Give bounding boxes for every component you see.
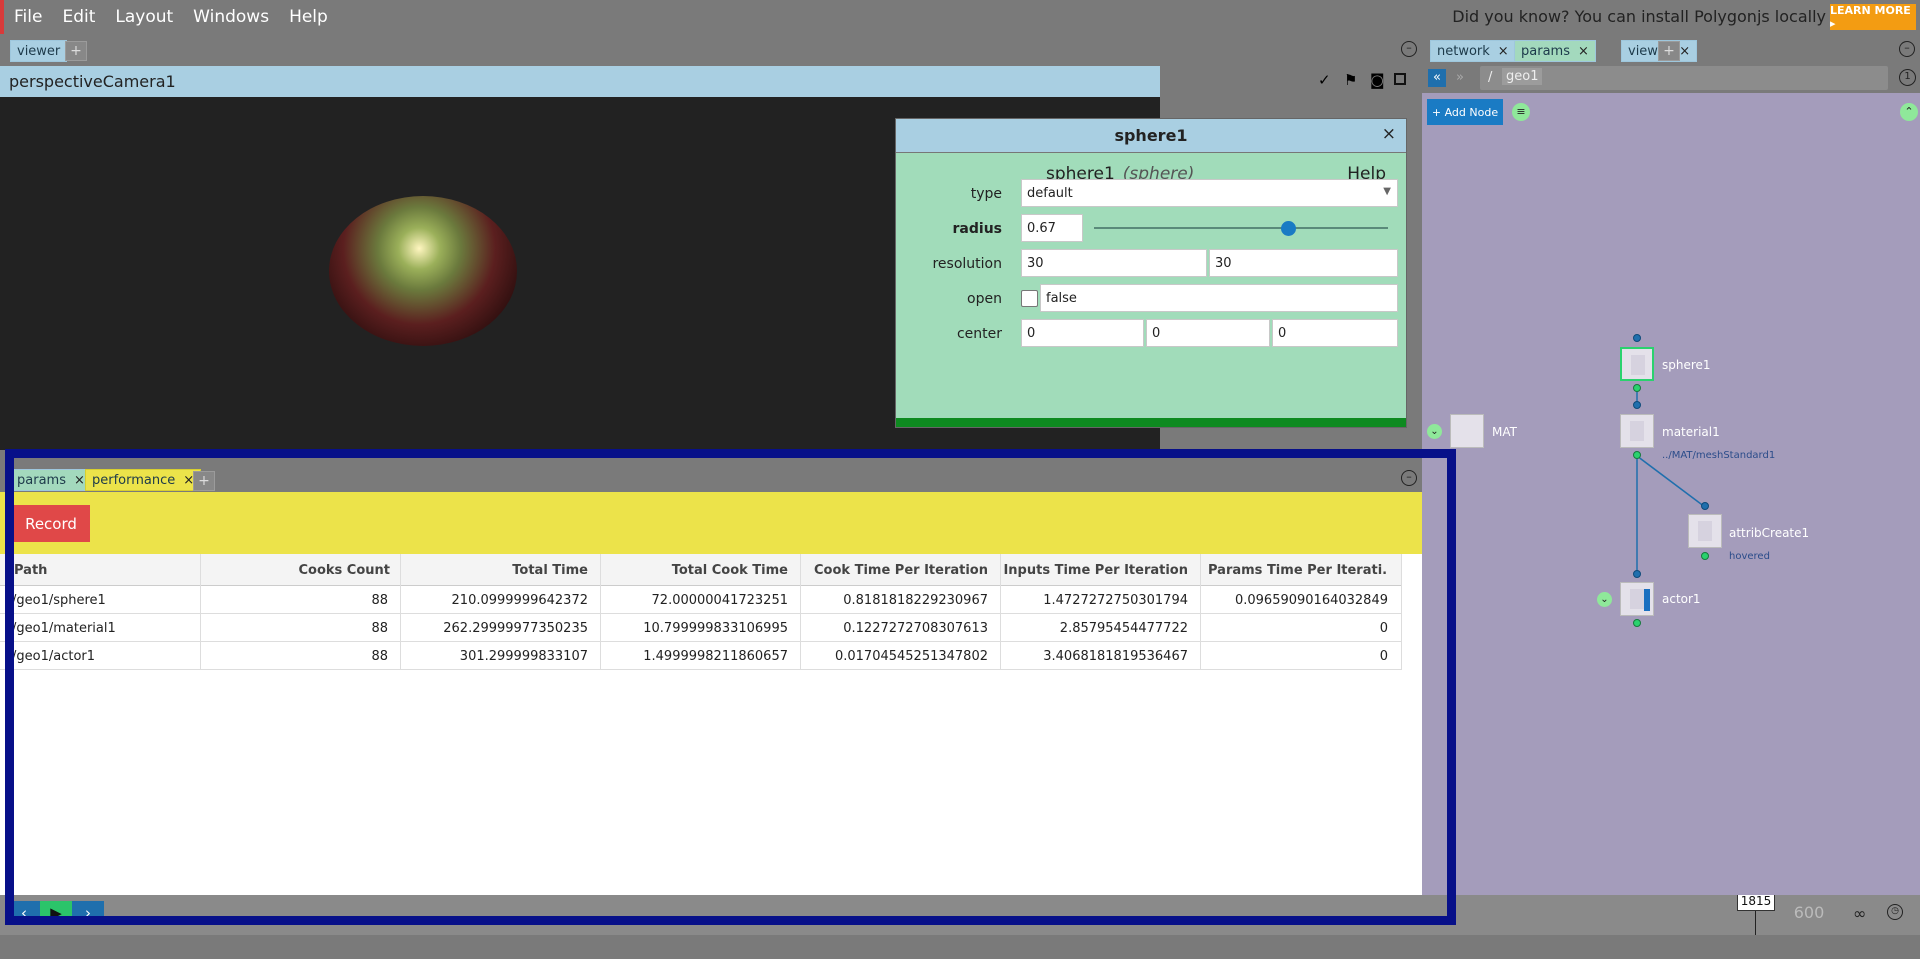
forward-icon[interactable]: » [1451, 69, 1469, 87]
node-sublabel: ../MAT/meshStandard1 [1662, 450, 1776, 461]
radius-slider-track[interactable] [1094, 227, 1388, 229]
frame-marker[interactable] [1755, 909, 1756, 935]
tab-label: network [1437, 43, 1490, 59]
node-mat[interactable] [1450, 414, 1484, 448]
menu-edit[interactable]: Edit [62, 7, 95, 27]
back-icon[interactable]: « [1428, 69, 1446, 87]
output-port[interactable] [1633, 384, 1641, 392]
path-separator: / [1488, 70, 1493, 85]
expand-icon[interactable]: ⌄ [1597, 592, 1612, 607]
check-circle-icon[interactable]: ✓ [1318, 71, 1331, 89]
param-row-radius: radius 0.67 [896, 212, 1406, 242]
menu-layout[interactable]: Layout [115, 7, 173, 27]
camera-name[interactable]: perspectiveCamera1 [9, 72, 176, 91]
param-label: open [967, 291, 1002, 307]
type-select[interactable]: default ▼ [1021, 179, 1398, 207]
collapse-icon[interactable]: – [1899, 41, 1915, 57]
current-frame-label: 1815 [1737, 893, 1775, 911]
params-panel: sphere1 × sphere1 (sphere) Help type defa… [895, 118, 1407, 428]
sphere-render [329, 196, 517, 346]
viewer-header: perspectiveCamera1 [0, 66, 1160, 97]
expand-icon[interactable]: ⌄ [1427, 424, 1442, 439]
param-row-center: center 0 0 0 [896, 317, 1406, 347]
input-port[interactable] [1633, 570, 1641, 578]
node-actor1[interactable] [1620, 582, 1654, 616]
chevron-down-icon: ▼ [1383, 186, 1391, 197]
viewer-toolbar: ✓ ⚑ ◙ [1318, 71, 1408, 91]
tab-label: viewer [17, 43, 61, 59]
selection-highlight [5, 449, 1456, 925]
input-port[interactable] [1701, 502, 1709, 510]
node-sphere1[interactable] [1620, 347, 1654, 381]
clock-icon[interactable]: ◷ [1887, 904, 1903, 920]
status-bar [896, 418, 1406, 427]
tip-text: Did you know? You can install Polygonjs … [1452, 7, 1826, 26]
network-connections [1636, 387, 1706, 574]
network-nav: « » / geo1 1 [1422, 66, 1920, 93]
node-label: actor1 [1662, 592, 1701, 606]
close-icon[interactable]: × [1498, 44, 1509, 59]
camera-icon[interactable]: ◙ [1370, 71, 1385, 89]
center-z-input[interactable]: 0 [1272, 319, 1398, 347]
close-icon[interactable]: × [1578, 44, 1589, 59]
learn-more-button[interactable]: LEARN MORE ▸ [1830, 4, 1916, 30]
params-panel-title: sphere1 [1114, 126, 1188, 145]
param-label: type [970, 186, 1002, 202]
path-segment[interactable]: geo1 [1502, 68, 1543, 85]
tab-label: params [1521, 43, 1570, 59]
node-attribcreate1[interactable] [1688, 514, 1722, 548]
params-panel-header[interactable]: sphere1 × [896, 119, 1406, 153]
add-tab-button[interactable]: + [65, 41, 87, 61]
end-frame-input[interactable]: 600 [1782, 899, 1836, 925]
output-port[interactable] [1701, 552, 1709, 560]
open-value-field: false [1040, 284, 1398, 312]
center-x-input[interactable]: 0 [1021, 319, 1144, 347]
output-port[interactable] [1633, 451, 1641, 459]
param-row-type: type default ▼ [896, 177, 1406, 207]
menu-file[interactable]: File [14, 7, 42, 27]
maximize-icon[interactable] [1394, 73, 1406, 85]
menubar: File Edit Layout Windows Help Did you kn… [0, 0, 1920, 34]
param-label: center [956, 326, 1002, 342]
close-icon[interactable]: × [1679, 44, 1690, 59]
close-icon[interactable]: × [1382, 124, 1396, 144]
counter-badge: 1 [1899, 69, 1916, 86]
node-label: MAT [1492, 425, 1517, 439]
tab-params[interactable]: params × [1514, 40, 1596, 62]
tab-network[interactable]: network × [1430, 40, 1516, 62]
flag-icon[interactable]: ⚑ [1344, 71, 1357, 89]
param-row-open: open false [896, 282, 1406, 312]
node-label: attribCreate1 [1729, 526, 1810, 540]
param-row-resolution: resolution 30 30 [896, 247, 1406, 277]
tab-viewer[interactable]: viewer [10, 40, 68, 62]
node-label: material1 [1662, 425, 1720, 439]
path-bar[interactable]: / geo1 [1480, 66, 1888, 90]
menu-help[interactable]: Help [289, 7, 328, 27]
node-sublabel: hovered [1729, 551, 1770, 562]
open-checkbox[interactable] [1021, 290, 1038, 307]
menu-windows[interactable]: Windows [193, 7, 269, 27]
radius-input[interactable]: 0.67 [1021, 214, 1083, 242]
loop-icon[interactable]: ∞ [1853, 904, 1866, 923]
input-port[interactable] [1633, 334, 1641, 342]
node-label: sphere1 [1662, 358, 1711, 372]
node-material1[interactable] [1620, 414, 1654, 448]
output-port[interactable] [1633, 619, 1641, 627]
select-value: default [1027, 186, 1073, 201]
input-port[interactable] [1633, 401, 1641, 409]
network-canvas[interactable]: + Add Node ≡ ⌃ sphere1 ⌄ MAT material1 .… [1422, 93, 1920, 895]
param-label: resolution [932, 256, 1002, 272]
resolution-y-input[interactable]: 30 [1209, 249, 1398, 277]
add-tab-button[interactable]: + [1658, 41, 1680, 61]
radius-slider-handle[interactable] [1281, 221, 1296, 236]
collapse-icon[interactable]: – [1401, 41, 1417, 57]
param-label: radius [952, 221, 1002, 237]
brand-marker [0, 0, 4, 34]
resolution-x-input[interactable]: 30 [1021, 249, 1207, 277]
center-y-input[interactable]: 0 [1146, 319, 1270, 347]
